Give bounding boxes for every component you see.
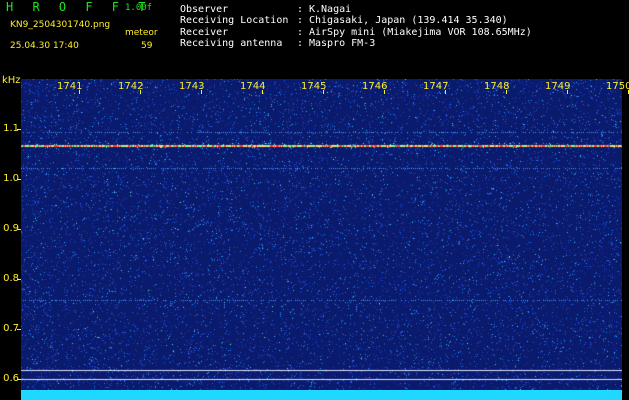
meteor-label: meteor bbox=[125, 28, 158, 38]
receiver-value: AirSpy mini (Miakejima VOR 108.65MHz) bbox=[309, 27, 532, 38]
y-unit-label: kHz bbox=[2, 75, 21, 86]
location-colon: : bbox=[297, 15, 304, 26]
y-tick-mark bbox=[17, 129, 21, 130]
y-tick-mark bbox=[17, 279, 21, 280]
x-tick-mark bbox=[201, 90, 202, 94]
antenna-label: Receiving antenna bbox=[180, 38, 283, 49]
date-time: 25.04.30 17:40 bbox=[10, 41, 79, 51]
x-tick-mark bbox=[323, 90, 324, 94]
x-tick-mark bbox=[445, 90, 446, 94]
noise-floor-band bbox=[21, 390, 622, 400]
x-tick-mark bbox=[506, 90, 507, 94]
observer-colon: : bbox=[297, 4, 304, 15]
location-value: Chigasaki, Japan (139.414 35.340) bbox=[309, 15, 508, 26]
y-tick-mark bbox=[17, 329, 21, 330]
spectrogram bbox=[21, 79, 622, 390]
file-name: KN9_2504301740.png bbox=[10, 20, 111, 30]
x-tick-label: 1750 bbox=[606, 81, 629, 92]
x-tick-mark bbox=[140, 90, 141, 94]
x-tick-mark bbox=[79, 90, 80, 94]
receiver-colon: : bbox=[297, 27, 304, 38]
spectrogram-canvas bbox=[21, 79, 622, 390]
y-tick-mark bbox=[17, 379, 21, 380]
x-tick-mark bbox=[384, 90, 385, 94]
x-tick-mark bbox=[262, 90, 263, 94]
version-label: 1.00f bbox=[125, 3, 153, 13]
location-label: Receiving Location bbox=[180, 15, 289, 26]
receiver-label: Receiver bbox=[180, 27, 229, 38]
x-tick-mark bbox=[567, 90, 568, 94]
antenna-colon: : bbox=[297, 38, 304, 49]
meteor-count: 59 bbox=[141, 41, 153, 51]
y-tick-mark bbox=[17, 229, 21, 230]
observer-label: Observer bbox=[180, 4, 229, 15]
antenna-value: Maspro FM-3 bbox=[309, 38, 376, 49]
observer-value: K.Nagai bbox=[309, 4, 352, 15]
y-tick-mark bbox=[17, 179, 21, 180]
